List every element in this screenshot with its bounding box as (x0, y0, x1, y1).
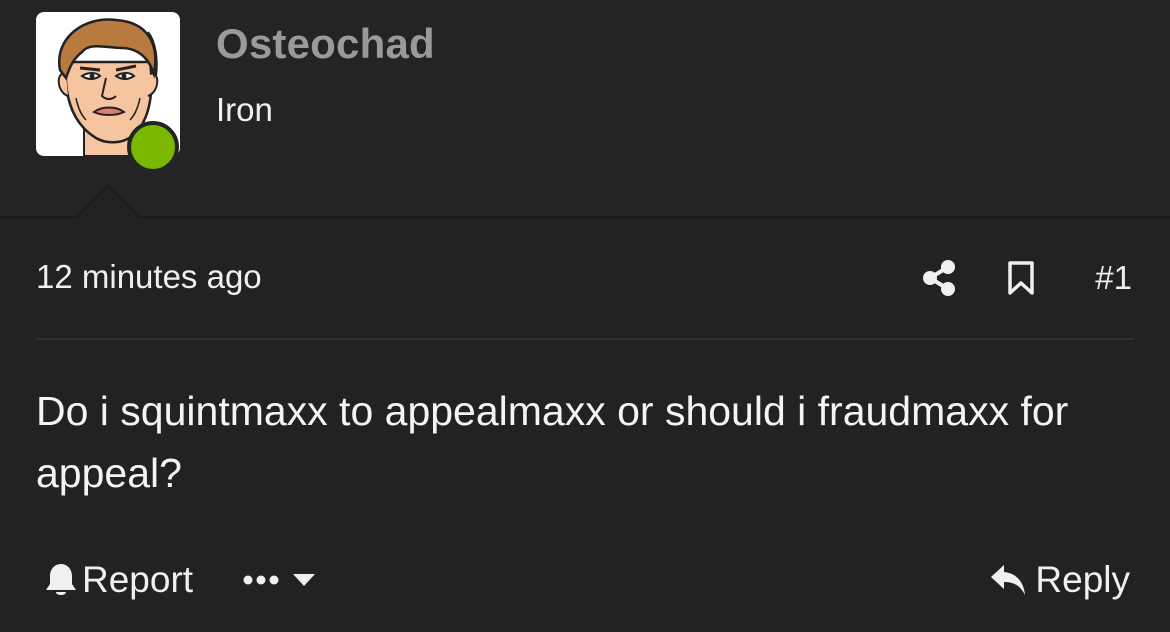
online-status-indicator (127, 121, 179, 173)
share-button[interactable] (919, 256, 959, 300)
reply-icon (991, 565, 1026, 595)
divider (36, 338, 1134, 340)
caret-down-icon (293, 574, 316, 586)
reply-button[interactable]: Reply (989, 556, 1130, 604)
post-footer-left: Report (44, 556, 317, 604)
post-body: Do i squintmaxx to appealmaxx or should … (36, 388, 1069, 496)
bookmark-button[interactable] (1003, 256, 1039, 300)
report-label: Report (82, 559, 194, 600)
post-number-link[interactable]: #1 (1095, 259, 1132, 297)
ellipsis-icon (243, 575, 279, 585)
reply-label: Reply (1035, 559, 1130, 600)
post-actions-top: #1 (919, 256, 1132, 300)
username[interactable]: Osteochad (216, 20, 435, 68)
share-icon (923, 260, 956, 296)
more-options-button[interactable] (243, 572, 317, 588)
bell-icon (46, 564, 76, 595)
report-button[interactable]: Report (44, 559, 193, 601)
bookmark-icon (1008, 261, 1035, 295)
post-timestamp[interactable]: 12 minutes ago (36, 258, 262, 296)
user-title: Iron (216, 91, 273, 128)
